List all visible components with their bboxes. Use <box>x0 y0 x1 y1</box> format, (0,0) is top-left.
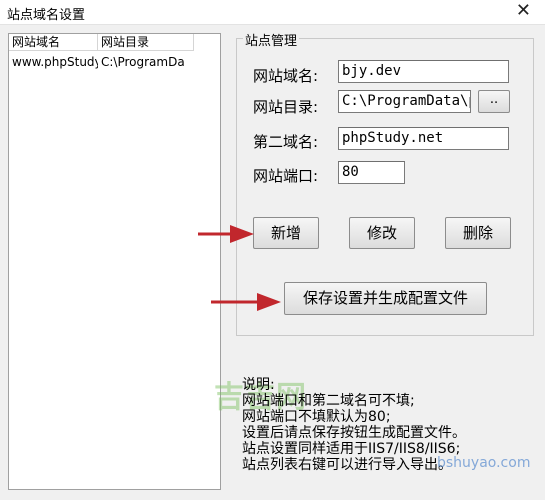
note-line: 站点列表右键可以进行导入导出。 <box>242 457 452 473</box>
site-list[interactable]: 网站域名 网站目录 www.phpStudy C:\ProgramDa <box>8 33 221 490</box>
note-line: 网站端口不填默认为80; <box>242 409 391 425</box>
save-config-button[interactable]: 保存设置并生成配置文件 <box>284 282 487 315</box>
port-label: 网站端口: <box>253 167 319 185</box>
browse-button[interactable]: .. <box>478 90 510 113</box>
domain-input[interactable]: bjy.dev <box>338 60 509 83</box>
title-bar: 站点域名设置 ✕ <box>0 0 545 25</box>
group-title: 站点管理 <box>243 30 300 49</box>
second-domain-label: 第二域名: <box>253 133 319 151</box>
column-header-dir[interactable]: 网站目录 <box>98 34 194 51</box>
delete-button[interactable]: 删除 <box>445 217 511 249</box>
list-item[interactable]: www.phpStudy C:\ProgramDa <box>9 53 194 71</box>
add-button[interactable]: 新增 <box>253 217 319 249</box>
note-line: 说明: <box>242 377 275 393</box>
red-arrow-icon <box>198 225 254 243</box>
domain-label: 网站域名: <box>253 67 319 85</box>
second-domain-input[interactable]: phpStudy.net <box>338 127 509 150</box>
list-header: 网站域名 网站目录 <box>9 34 194 52</box>
red-arrow-icon <box>211 293 281 311</box>
dir-label: 网站目录: <box>253 98 319 116</box>
dir-input[interactable]: C:\ProgramData\p <box>338 90 471 113</box>
watermark-url: bshuyao.com <box>437 455 531 471</box>
note-line: 站点设置同样适用于IIS7/IIS8/IIS6; <box>242 441 461 457</box>
edit-button[interactable]: 修改 <box>349 217 415 249</box>
port-input[interactable]: 80 <box>338 161 405 184</box>
column-header-domain[interactable]: 网站域名 <box>9 34 98 51</box>
window-title: 站点域名设置 <box>7 8 86 23</box>
list-item-domain: www.phpStudy <box>12 55 98 69</box>
note-line: 网站端口和第二域名可不填; <box>242 393 415 409</box>
note-line: 设置后请点保存按钮生成配置文件。 <box>242 425 466 441</box>
list-item-dir: C:\ProgramDa <box>101 55 185 69</box>
notes: 说明: 网站端口和第二域名可不填; 网站端口不填默认为80; 设置后请点保存按钮… <box>242 377 466 473</box>
close-icon[interactable]: ✕ <box>516 0 531 21</box>
